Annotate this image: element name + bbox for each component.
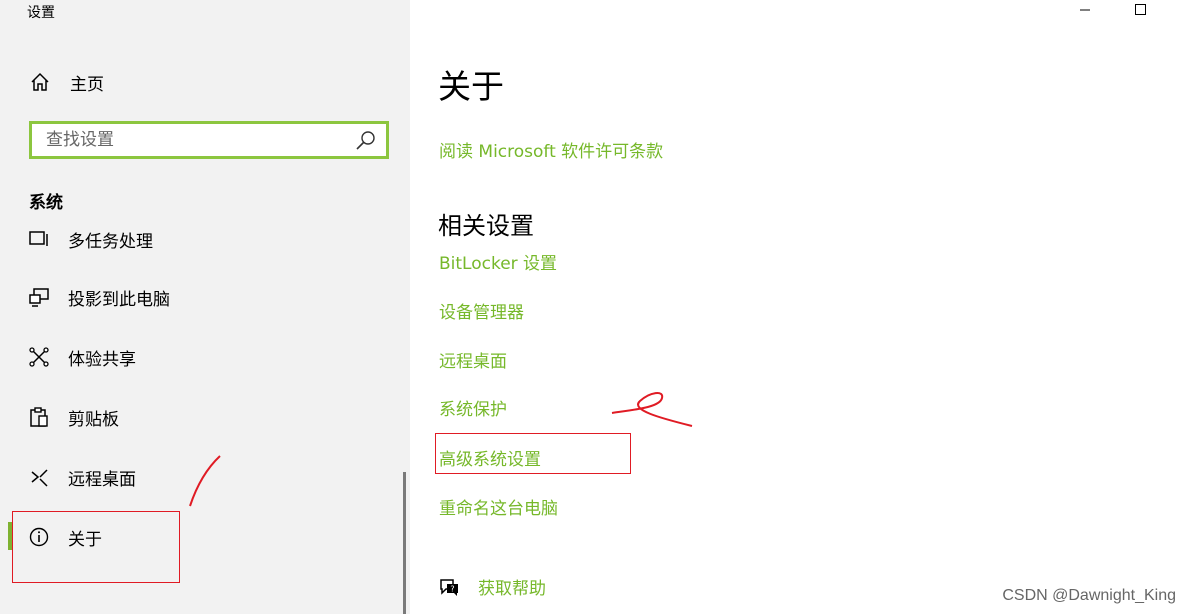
search-box[interactable] <box>29 121 389 159</box>
maximize-icon[interactable] <box>1120 0 1160 22</box>
rename-pc-link[interactable]: 重命名这台电脑 <box>439 494 558 519</box>
system-protection-link[interactable]: 系统保护 <box>439 395 507 420</box>
projection-icon <box>29 288 49 307</box>
multitasking-icon <box>29 231 48 246</box>
sidebar-scrollbar[interactable] <box>403 472 406 614</box>
sidebar-item-multitasking[interactable]: 多任务处理 <box>8 226 402 264</box>
shared-experience-icon <box>29 347 49 367</box>
bitlocker-link[interactable]: BitLocker 设置 <box>439 249 557 274</box>
svg-text:?: ? <box>450 584 454 593</box>
section-title: 系统 <box>29 193 63 213</box>
sidebar-item-label: 体验共享 <box>68 349 136 370</box>
license-link[interactable]: 阅读 Microsoft 软件许可条款 <box>439 137 663 162</box>
search-input[interactable] <box>46 130 354 150</box>
minimize-icon[interactable] <box>1065 0 1105 22</box>
home-icon <box>31 72 49 91</box>
main-pane: 关于 阅读 Microsoft 软件许可条款 相关设置 BitLocker 设置… <box>410 0 1190 614</box>
sidebar-item-label: 剪贴板 <box>68 409 119 430</box>
settings-window: 设置 主页 系统 多任务处理 <box>0 0 1190 614</box>
device-manager-link[interactable]: 设备管理器 <box>439 298 524 323</box>
search-icon[interactable] <box>354 128 378 152</box>
sidebar-item-shared-experience[interactable]: 体验共享 <box>8 332 402 382</box>
clipboard-icon <box>30 407 48 427</box>
annotation-box-about <box>12 511 180 583</box>
related-settings-title: 相关设置 <box>438 212 534 240</box>
sidebar-item-label: 投影到此电脑 <box>68 289 170 310</box>
sidebar-home[interactable]: 主页 <box>30 68 104 96</box>
remote-desktop-link[interactable]: 远程桌面 <box>439 347 507 372</box>
get-help-label: 获取帮助 <box>478 579 546 599</box>
sidebar-home-label: 主页 <box>70 74 104 95</box>
get-help[interactable]: ? 获取帮助 <box>438 574 546 599</box>
remote-desktop-icon <box>31 469 48 487</box>
sidebar-item-label: 多任务处理 <box>68 231 153 252</box>
page-title: 关于 <box>438 67 504 106</box>
help-chat-icon: ? <box>440 578 458 596</box>
sidebar-item-clipboard[interactable]: 剪贴板 <box>8 392 402 442</box>
window-title: 设置 <box>27 5 55 21</box>
sidebar-item-remote-desktop[interactable]: 远程桌面 <box>8 452 402 502</box>
sidebar-item-projection[interactable]: 投影到此电脑 <box>8 272 402 322</box>
sidebar-item-label: 远程桌面 <box>68 469 136 490</box>
annotation-box-advanced <box>435 433 631 474</box>
watermark: CSDN @Dawnight_King <box>1002 587 1176 604</box>
